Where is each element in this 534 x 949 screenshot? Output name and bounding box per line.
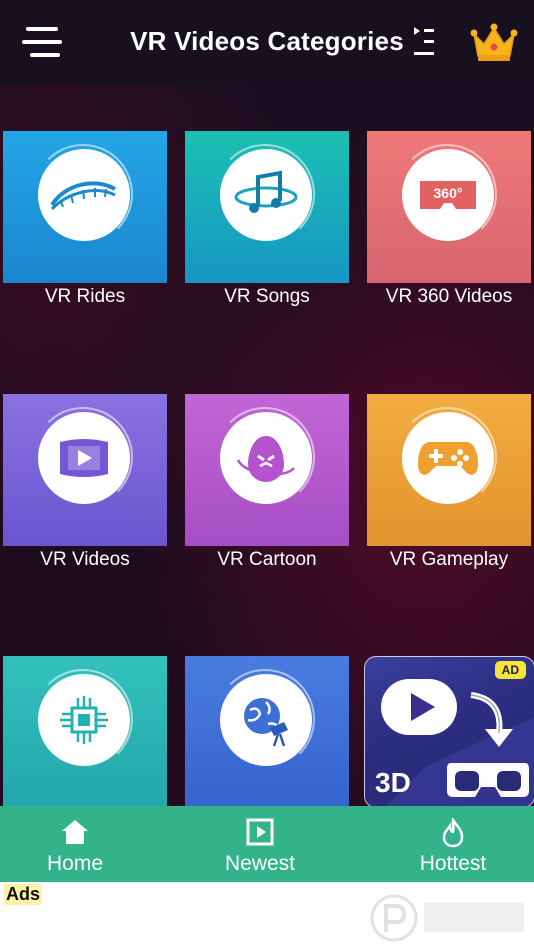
vr-headset-icon bbox=[447, 763, 529, 797]
ad-tile[interactable]: AD 3D bbox=[364, 656, 534, 808]
home-icon bbox=[62, 820, 88, 844]
category-card-vr-videos[interactable] bbox=[3, 394, 167, 546]
music-note-icon bbox=[220, 149, 312, 241]
playlist-icon[interactable] bbox=[410, 24, 440, 60]
chip-icon bbox=[38, 674, 130, 766]
category-label: VR Gameplay bbox=[389, 549, 509, 570]
category-card-tech[interactable] bbox=[3, 656, 167, 806]
category-label: VR Cartoon bbox=[217, 549, 317, 570]
top-app-bar: VR Videos Categories bbox=[0, 0, 534, 84]
curved-arrow-icon bbox=[470, 692, 513, 747]
roller-coaster-icon bbox=[38, 149, 130, 241]
planet-telescope-icon bbox=[220, 674, 312, 766]
cartoon-egg-icon bbox=[220, 412, 312, 504]
ads-label: Ads bbox=[4, 884, 43, 905]
flame-icon bbox=[442, 818, 464, 848]
nav-label: Hottest bbox=[419, 852, 487, 875]
page-title: VR Videos Categories bbox=[130, 26, 404, 56]
category-label: VR Rides bbox=[44, 286, 126, 307]
category-card-vr-rides[interactable] bbox=[3, 131, 167, 283]
category-card-vr-cartoon[interactable] bbox=[185, 394, 349, 546]
bottom-navigation: Home Newest Hottest bbox=[0, 806, 534, 882]
category-label: VR 360 Videos bbox=[385, 286, 513, 307]
nav-home[interactable]: Home bbox=[5, 806, 145, 882]
ad-3d-text: 3D bbox=[375, 767, 411, 798]
watermark-logo bbox=[370, 894, 524, 942]
category-card-vr-gameplay[interactable] bbox=[367, 394, 531, 546]
vr-360-icon: 360° bbox=[402, 149, 494, 241]
category-card-space[interactable] bbox=[185, 656, 349, 806]
category-label: VR Videos bbox=[40, 549, 130, 570]
gamepad-icon bbox=[402, 412, 494, 504]
nav-hottest[interactable]: Hottest bbox=[383, 806, 523, 882]
nav-newest[interactable]: Newest bbox=[190, 806, 330, 882]
play-icon bbox=[381, 679, 457, 735]
crown-icon[interactable] bbox=[470, 20, 518, 64]
category-card-vr-360-videos[interactable]: 360° bbox=[367, 131, 531, 283]
category-label: VR Songs bbox=[224, 286, 310, 307]
nav-label: Newest bbox=[224, 852, 296, 875]
svg-text:360°: 360° bbox=[434, 185, 463, 201]
play-square-icon bbox=[246, 818, 274, 846]
nav-label: Home bbox=[46, 852, 104, 875]
video-screen-icon bbox=[38, 412, 130, 504]
category-card-vr-songs[interactable] bbox=[185, 131, 349, 283]
